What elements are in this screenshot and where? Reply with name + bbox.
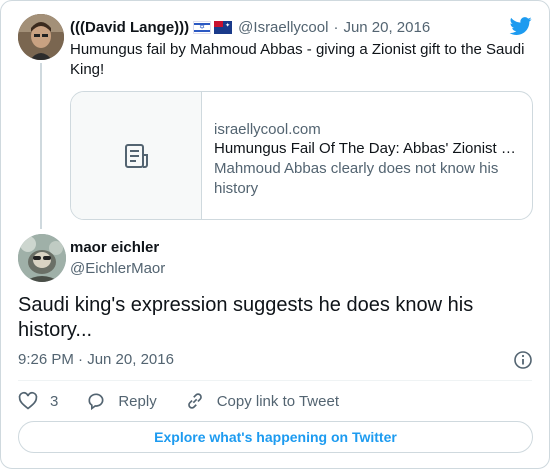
parent-tweet-text: Humungus fail by Mahmoud Abbas - giving … [70, 41, 525, 78]
tweet-embed-card: (((David Lange))) ✡ ✦ @Israellycool · Ju… [0, 0, 550, 469]
main-tweet-text: Saudi king's expression suggests he does… [18, 294, 474, 341]
heart-icon [18, 391, 38, 410]
link-description: Mahmoud Abbas clearly does not know his … [214, 160, 499, 197]
tweet-timestamp[interactable]: 9:26 PM · Jun 20, 2016 [18, 351, 174, 368]
parent-author-avatar[interactable] [18, 14, 64, 60]
twitter-bird-icon[interactable] [509, 15, 533, 37]
parent-author-name[interactable]: (((David Lange))) [70, 19, 189, 36]
copy-link-label: Copy link to Tweet [216, 392, 339, 410]
australia-flag-icon: ✦ [214, 20, 233, 34]
header-separator: · [333, 18, 339, 36]
reply-button[interactable]: Reply [86, 391, 157, 411]
document-icon [125, 143, 148, 168]
main-author-handle[interactable]: @EichlerMaor [70, 260, 165, 277]
link-icon [187, 393, 202, 409]
info-icon[interactable] [513, 350, 533, 370]
parent-tweet-date[interactable]: Jun 20, 2016 [343, 19, 430, 36]
main-author-avatar[interactable] [18, 234, 66, 282]
parent-author-handle[interactable]: @Israellycool [238, 19, 328, 36]
link-preview-card[interactable]: israellycool.com Humungus Fail Of The Da… [70, 91, 533, 220]
like-count: 3 [50, 392, 59, 410]
israel-flag-icon: ✡ [193, 20, 212, 34]
link-thumbnail [71, 92, 202, 219]
reply-label: Reply [118, 392, 157, 410]
link-domain: israellycool.com [214, 121, 321, 138]
main-author-name[interactable]: maor eichler [70, 239, 159, 256]
tweet-actions-bar: 3 Reply Copy link to Tweet [18, 390, 367, 412]
copy-link-button[interactable]: Copy link to Tweet [185, 391, 339, 411]
like-button[interactable]: 3 [18, 391, 58, 411]
explore-twitter-button[interactable]: Explore what's happening on Twitter [18, 421, 533, 453]
parent-tweet-header: (((David Lange))) ✡ ✦ @Israellycool · Ju… [70, 17, 430, 37]
link-title: Humungus Fail Of The Day: Abbas' Zionist… [214, 140, 516, 157]
thread-connector-line [40, 63, 42, 229]
divider [18, 380, 532, 381]
link-preview-body: israellycool.com Humungus Fail Of The Da… [202, 92, 532, 219]
reply-bubble-icon [88, 393, 104, 411]
